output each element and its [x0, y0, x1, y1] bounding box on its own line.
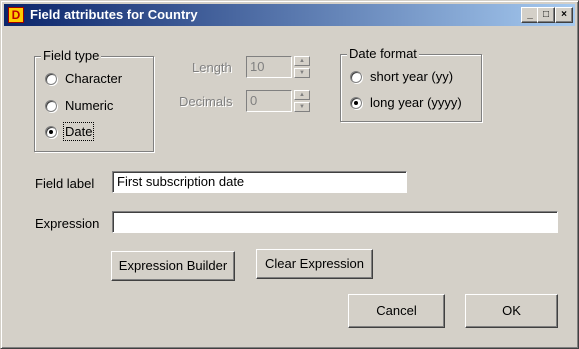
radio-circle[interactable] — [45, 99, 57, 112]
length-spinner[interactable]: ▲ ▼ — [294, 56, 310, 78]
radio-circle[interactable] — [350, 70, 362, 83]
app-icon: D — [8, 7, 24, 23]
radio-date-label: Date — [62, 122, 95, 141]
window-title: Field attributes for Country — [30, 7, 198, 22]
maximize-button[interactable]: □ — [537, 7, 555, 23]
cancel-button[interactable]: Cancel — [348, 294, 445, 328]
radio-circle[interactable] — [45, 72, 57, 85]
field-label-label: Field label — [35, 176, 95, 191]
radio-long-year[interactable]: long year (yyyy) — [350, 95, 462, 110]
length-input[interactable]: 10 — [246, 56, 292, 78]
expression-label: Expression — [35, 216, 100, 231]
expression-builder-button[interactable]: Expression Builder — [111, 251, 235, 281]
spin-up-icon[interactable]: ▲ — [294, 56, 310, 66]
dialog-window: D Field attributes for Country _ □ × Fie… — [0, 0, 579, 349]
radio-short-year[interactable]: short year (yy) — [350, 69, 453, 84]
radio-date[interactable]: Date — [45, 122, 95, 141]
length-label: Length — [192, 60, 232, 75]
field-label-input[interactable]: First subscription date — [112, 171, 407, 193]
expression-input[interactable] — [112, 211, 558, 233]
close-button[interactable]: × — [555, 7, 573, 23]
radio-short-year-label: short year (yy) — [370, 69, 454, 84]
spin-down-icon[interactable]: ▼ — [294, 68, 310, 78]
radio-character[interactable]: Character — [45, 71, 122, 86]
date-format-legend: Date format — [347, 46, 419, 61]
title-bar[interactable]: D Field attributes for Country _ □ × — [4, 4, 575, 26]
radio-character-label: Character — [65, 71, 123, 86]
radio-long-year-label: long year (yyyy) — [370, 95, 462, 110]
radio-numeric-label: Numeric — [65, 98, 114, 113]
clear-expression-button[interactable]: Clear Expression — [256, 249, 373, 279]
radio-circle-selected[interactable] — [45, 125, 57, 138]
field-type-group: Field type Character Numeric Date — [34, 48, 154, 152]
decimals-input[interactable]: 0 — [246, 90, 292, 112]
decimals-spinner[interactable]: ▲ ▼ — [294, 90, 310, 112]
date-format-group: Date format short year (yy) long year (y… — [340, 46, 482, 122]
decimals-label: Decimals — [179, 94, 233, 109]
field-type-legend: Field type — [41, 48, 102, 63]
radio-numeric[interactable]: Numeric — [45, 98, 113, 113]
ok-button[interactable]: OK — [465, 294, 558, 328]
spin-up-icon[interactable]: ▲ — [294, 90, 310, 100]
radio-circle-selected[interactable] — [350, 96, 362, 109]
spin-down-icon[interactable]: ▼ — [294, 102, 310, 112]
